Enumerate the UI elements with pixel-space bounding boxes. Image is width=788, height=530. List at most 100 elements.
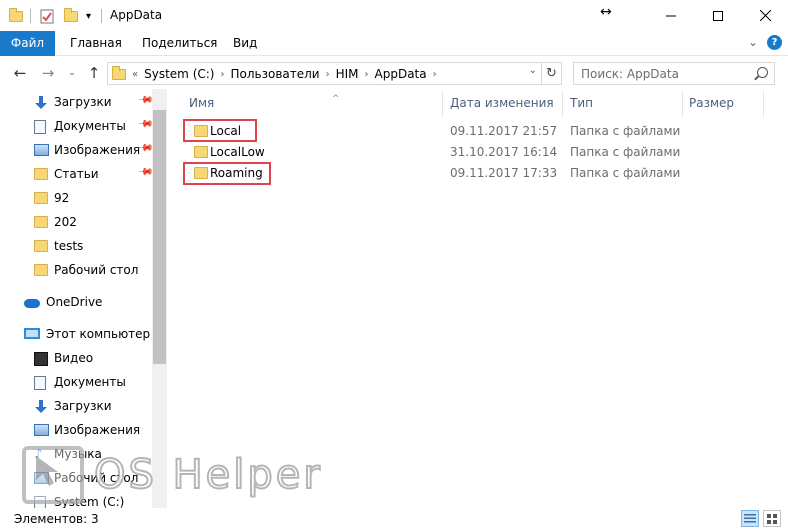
breadcrumb-separator-icon[interactable]: ›: [365, 69, 369, 80]
column-header-label: Имя: [189, 96, 215, 110]
ribbon-tabs: Файл Главная Поделиться Вид ⌄ ?: [0, 31, 788, 56]
folder-icon: [34, 168, 48, 180]
breadcrumb-separator-icon[interactable]: ›: [326, 69, 330, 80]
column-header-name[interactable]: Имя ^: [189, 94, 340, 116]
tab-view[interactable]: Вид: [233, 31, 257, 56]
column-divider[interactable]: [562, 91, 563, 117]
qa-separator: [101, 9, 102, 23]
nav-item-music[interactable]: ♪ Музыка: [0, 443, 152, 465]
documents-icon: [34, 376, 46, 390]
address-toolbar: ← → ⌄ ↑ « System (C:) › Пользователи › H…: [0, 57, 788, 89]
tab-home[interactable]: Главная: [70, 31, 122, 56]
search-input[interactable]: [574, 63, 744, 84]
column-header-size[interactable]: Размер: [689, 96, 734, 116]
nav-item-pictures[interactable]: Изображения 📌: [0, 139, 154, 161]
window-title: AppData: [110, 8, 163, 22]
nav-item-documents[interactable]: Документы 📌: [0, 115, 154, 137]
nav-item-pc-pictures[interactable]: Изображения: [0, 419, 152, 441]
search-icon[interactable]: [757, 67, 768, 78]
nav-scrollbar-thumb[interactable]: [153, 110, 166, 364]
table-row[interactable]: Local 09.11.2017 21:57 Папка с файлами: [182, 121, 772, 142]
nav-item-label: Рабочий стол: [54, 471, 139, 485]
pictures-icon: [34, 424, 49, 436]
nav-item-desktop-folder[interactable]: Рабочий стол: [0, 259, 152, 281]
nav-item-this-pc[interactable]: Этот компьютер: [0, 323, 152, 345]
breadcrumb-drive[interactable]: System (C:): [144, 67, 214, 81]
properties-icon[interactable]: [40, 6, 54, 26]
folder-icon: [34, 216, 48, 228]
status-bar: Элементов: 3: [0, 508, 788, 530]
refresh-icon[interactable]: ↻: [541, 63, 561, 84]
nav-item-label: Статьи: [54, 167, 99, 181]
large-icons-view-button[interactable]: [763, 510, 781, 527]
nav-item-onedrive[interactable]: OneDrive: [0, 291, 152, 313]
nav-item-pc-downloads[interactable]: Загрузки: [0, 395, 152, 417]
resize-cursor-icon: ↔: [600, 4, 612, 20]
expand-ribbon-chevron-icon[interactable]: ⌄: [748, 35, 758, 49]
nav-item-tests[interactable]: tests: [0, 235, 152, 257]
forward-arrow-icon[interactable]: →: [38, 63, 58, 83]
navigation-pane: Загрузки 📌 Документы 📌 Изображения 📌 Ста…: [0, 89, 167, 508]
details-view-button[interactable]: [741, 510, 759, 527]
nav-item-label: 92: [54, 191, 70, 205]
documents-icon: [34, 120, 46, 134]
title-bar: ▾ AppData ↔: [0, 0, 788, 31]
breadcrumb-users[interactable]: Пользователи: [230, 67, 319, 81]
new-folder-icon[interactable]: [64, 6, 78, 26]
onedrive-icon: [24, 299, 40, 308]
breadcrumb-appdata[interactable]: AppData: [375, 67, 427, 81]
nav-item-202[interactable]: 202: [0, 211, 152, 233]
nav-item-system-drive[interactable]: System (C:): [0, 491, 152, 508]
nav-item-label: Загрузки: [54, 95, 112, 109]
window-folder-icon[interactable]: [9, 6, 23, 26]
nav-item-label: Музыка: [54, 447, 102, 461]
help-icon[interactable]: ?: [767, 35, 782, 50]
file-list: Имя ^ Дата изменения Тип Размер Local 09…: [167, 89, 788, 508]
nav-item-desktop[interactable]: Рабочий стол: [0, 467, 152, 489]
file-date: 09.11.2017 21:57: [450, 124, 558, 138]
nav-item-articles[interactable]: Статьи 📌: [0, 163, 154, 185]
highlight-box-roaming: [183, 162, 271, 185]
address-overflow[interactable]: «: [132, 69, 138, 80]
nav-item-downloads[interactable]: Загрузки 📌: [0, 91, 154, 113]
nav-item-label: OneDrive: [46, 295, 103, 309]
recent-locations-chevron-icon[interactable]: ⌄: [62, 63, 82, 83]
back-arrow-icon[interactable]: ←: [10, 63, 30, 83]
file-date: 31.10.2017 16:14: [450, 145, 558, 159]
search-box[interactable]: [573, 62, 775, 85]
column-divider[interactable]: [682, 91, 683, 117]
nav-item-label: Документы: [54, 119, 126, 133]
file-type: Папка с файлами: [570, 166, 681, 180]
nav-item-label: Загрузки: [54, 399, 112, 413]
table-row[interactable]: LocalLow 31.10.2017 16:14 Папка с файлам…: [182, 142, 772, 163]
address-folder-icon: [112, 65, 126, 80]
breadcrumb-separator-icon[interactable]: ›: [220, 69, 224, 80]
breadcrumb-separator-icon[interactable]: ›: [433, 69, 437, 80]
tab-share[interactable]: Поделиться: [142, 31, 217, 56]
folder-icon: [34, 240, 48, 252]
music-icon: ♪: [34, 447, 43, 462]
folder-icon: [34, 264, 48, 276]
folder-icon: [194, 146, 208, 158]
address-history-chevron-icon[interactable]: ⌄: [529, 65, 537, 76]
column-divider[interactable]: [442, 91, 443, 117]
nav-item-pc-documents[interactable]: Документы: [0, 371, 152, 393]
breadcrumb-him[interactable]: HIM: [336, 67, 359, 81]
desktop-icon: [34, 472, 49, 484]
tab-file[interactable]: Файл: [0, 31, 55, 56]
customize-qa-chevron-icon[interactable]: ▾: [86, 6, 91, 26]
nav-item-videos[interactable]: Видео: [0, 347, 152, 369]
nav-item-label: System (C:): [54, 495, 125, 508]
column-header-date[interactable]: Дата изменения: [450, 96, 554, 116]
address-bar[interactable]: « System (C:) › Пользователи › HIM › App…: [107, 62, 562, 85]
up-arrow-icon[interactable]: ↑: [84, 63, 104, 83]
minimize-button[interactable]: [648, 0, 694, 31]
column-header-type[interactable]: Тип: [570, 96, 593, 116]
nav-item-label: Рабочий стол: [54, 263, 139, 277]
column-divider[interactable]: [763, 91, 764, 117]
maximize-button[interactable]: [695, 0, 741, 31]
drive-icon: [34, 496, 46, 508]
nav-item-92[interactable]: 92: [0, 187, 152, 209]
close-button[interactable]: [742, 0, 788, 31]
nav-item-label: Изображения: [54, 143, 141, 157]
